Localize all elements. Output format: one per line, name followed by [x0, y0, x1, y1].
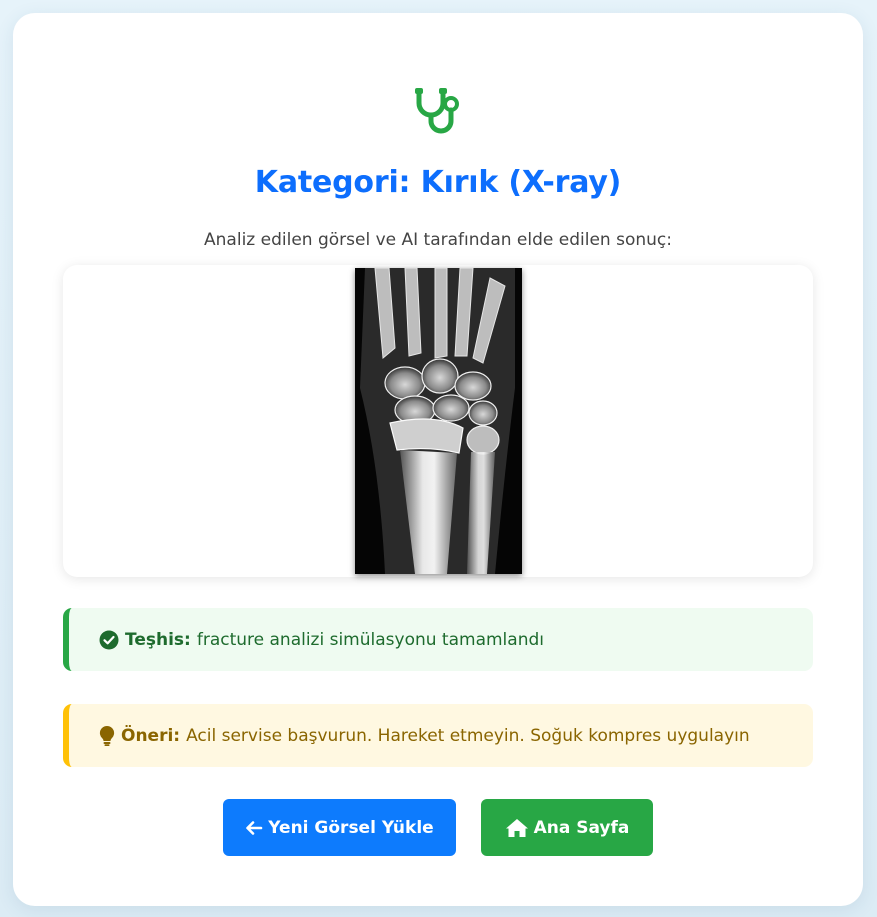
image-container: [63, 265, 813, 577]
upload-new-image-button[interactable]: Yeni Görsel Yükle: [223, 799, 456, 856]
page-title: Kategori: Kırık (X-ray): [254, 165, 622, 200]
recommendation-text: Acil servise başvurun. Hareket etmeyin. …: [186, 725, 750, 746]
home-button-label: Ana Sayfa: [533, 817, 630, 838]
diagnosis-label: Teşhis:: [125, 629, 191, 650]
home-icon: [505, 818, 529, 838]
diagnosis-text: fracture analizi simülasyonu tamamlandı: [196, 629, 544, 650]
recommendation-alert: Öneri: Acil servise başvurun. Hareket et…: [63, 704, 813, 767]
page-subtitle: Analiz edilen görsel ve AI tarafından el…: [204, 230, 672, 250]
diagnosis-alert: Teşhis: fracture analizi simülasyonu tam…: [63, 608, 813, 671]
upload-button-label: Yeni Görsel Yükle: [268, 817, 434, 838]
result-card: Kategori: Kırık (X-ray) Analiz edilen gö…: [13, 13, 863, 906]
stethoscope-icon: [415, 88, 459, 134]
logo: [13, 83, 863, 138]
check-circle-icon: [99, 630, 119, 650]
lightbulb-icon: [99, 725, 115, 746]
home-button[interactable]: Ana Sayfa: [481, 799, 653, 856]
arrow-left-icon: [245, 820, 263, 836]
recommendation-label: Öneri:: [121, 725, 181, 746]
xray-image: [354, 268, 522, 574]
